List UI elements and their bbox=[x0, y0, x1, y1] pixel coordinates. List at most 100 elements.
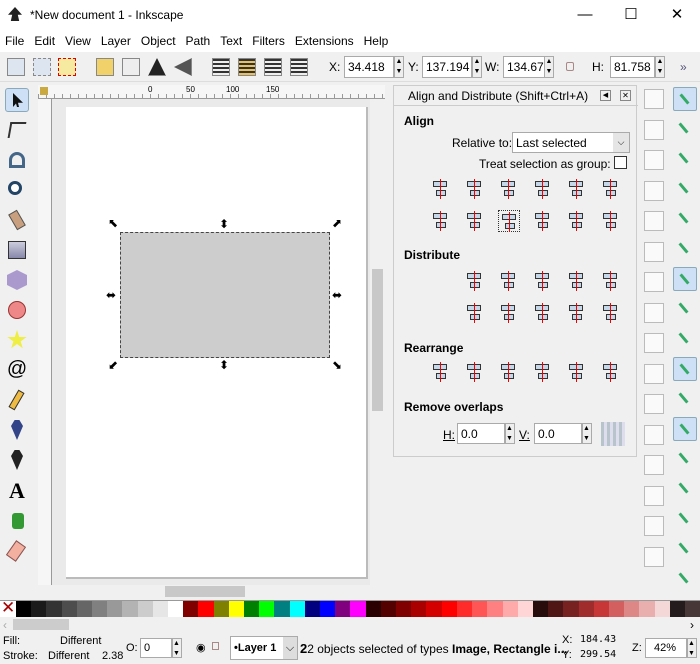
distribute-centers-v-button[interactable] bbox=[498, 302, 520, 324]
scale-handle-s[interactable]: ⬍ bbox=[219, 359, 229, 371]
lower-icon[interactable] bbox=[264, 58, 282, 76]
new-document-icon[interactable] bbox=[644, 89, 664, 109]
cut-icon[interactable] bbox=[644, 363, 664, 384]
color-swatch[interactable] bbox=[107, 601, 123, 617]
color-swatch[interactable] bbox=[228, 601, 245, 617]
remove-overlaps-button[interactable] bbox=[601, 422, 625, 446]
color-swatch[interactable] bbox=[320, 601, 336, 617]
zoom-page-icon[interactable] bbox=[644, 485, 664, 506]
spiral-tool-icon[interactable]: @ bbox=[5, 358, 29, 382]
canvas[interactable]: ⬉ ⬍ ⬈ ⬌ ⬌ ⬋ ⬍ ⬊ bbox=[52, 99, 370, 585]
menu-object[interactable]: Object bbox=[136, 30, 181, 52]
relative-to-select[interactable]: Last selected ⌵ bbox=[512, 132, 630, 153]
ellipse-tool-icon[interactable] bbox=[5, 298, 29, 322]
menu-path[interactable]: Path bbox=[181, 30, 216, 52]
eraser-tool-icon[interactable] bbox=[5, 538, 29, 562]
minimize-button[interactable]: — bbox=[562, 0, 608, 30]
scale-handle-w[interactable]: ⬌ bbox=[106, 289, 116, 301]
tweak-tool-icon[interactable] bbox=[5, 148, 29, 172]
palette-scrollbar[interactable]: ‹ › bbox=[0, 617, 700, 632]
color-swatch[interactable] bbox=[198, 601, 214, 617]
color-swatch[interactable] bbox=[289, 601, 305, 617]
paste-icon[interactable] bbox=[644, 394, 664, 414]
color-swatch[interactable] bbox=[624, 601, 640, 617]
raise-icon[interactable] bbox=[238, 58, 256, 76]
open-icon[interactable] bbox=[644, 119, 664, 140]
lock-icon[interactable] bbox=[566, 62, 574, 71]
align-centers-vertical-button[interactable] bbox=[498, 178, 520, 200]
color-swatch[interactable] bbox=[335, 601, 351, 617]
color-swatch[interactable] bbox=[350, 601, 366, 617]
scroll-thumb[interactable] bbox=[372, 269, 383, 411]
zoom-selection-icon[interactable] bbox=[644, 424, 664, 445]
align-left-anchor-button[interactable] bbox=[566, 178, 588, 200]
spray-tool-icon[interactable] bbox=[5, 508, 29, 532]
color-swatch[interactable] bbox=[532, 601, 549, 617]
save-icon[interactable] bbox=[644, 150, 664, 170]
layer-lock-icon[interactable] bbox=[212, 642, 219, 650]
snap-toggle-icon[interactable] bbox=[673, 117, 697, 141]
overlap-h-spinner[interactable]: ▲ ▼ bbox=[505, 423, 515, 444]
panel-collapse-icon[interactable]: ◀ bbox=[600, 90, 611, 101]
snap-toggle-icon[interactable] bbox=[673, 177, 697, 201]
panel-close-icon[interactable]: ✕ bbox=[620, 90, 631, 101]
measure-tool-icon[interactable] bbox=[5, 208, 29, 232]
group-checkbox[interactable] bbox=[614, 156, 627, 169]
select-all-layers-icon[interactable] bbox=[33, 58, 51, 76]
color-swatch[interactable] bbox=[593, 601, 609, 617]
exchange-z-order-button[interactable] bbox=[498, 361, 520, 383]
rectangle-tool-icon[interactable] bbox=[5, 238, 29, 262]
scale-handle-ne[interactable]: ⬈ bbox=[332, 217, 342, 229]
color-swatch[interactable] bbox=[244, 601, 260, 617]
deselect-icon[interactable] bbox=[58, 58, 76, 76]
scroll-thumb[interactable] bbox=[165, 586, 245, 597]
selected-rectangle[interactable] bbox=[120, 232, 330, 358]
snap-toggle-icon[interactable] bbox=[673, 567, 697, 591]
scale-handle-se[interactable]: ⬊ bbox=[332, 359, 342, 371]
align-centers-horizontal-button[interactable] bbox=[498, 210, 520, 232]
snap-toggle-icon[interactable] bbox=[673, 477, 697, 501]
color-swatch[interactable] bbox=[548, 601, 564, 617]
snap-toggle-icon[interactable] bbox=[673, 417, 697, 441]
scroll-right-icon[interactable]: › bbox=[690, 618, 694, 632]
align-right-edges-button[interactable] bbox=[532, 178, 554, 200]
vertical-scrollbar[interactable] bbox=[370, 99, 385, 585]
raise-to-top-icon[interactable] bbox=[212, 58, 230, 76]
distribute-centers-h-button[interactable] bbox=[498, 270, 520, 292]
color-swatch[interactable] bbox=[441, 601, 457, 617]
color-swatch[interactable] bbox=[502, 601, 518, 617]
exchange-selection-order-button[interactable] bbox=[464, 361, 486, 383]
menu-file[interactable]: File bbox=[0, 30, 29, 52]
color-swatch[interactable] bbox=[684, 601, 700, 617]
color-swatch[interactable] bbox=[426, 601, 442, 617]
distribute-right-button[interactable] bbox=[532, 270, 554, 292]
menu-help[interactable]: Help bbox=[359, 30, 394, 52]
duplicate-icon[interactable] bbox=[644, 516, 664, 536]
x-spinner[interactable]: ▲ ▼ bbox=[394, 56, 404, 78]
snap-toggle-icon[interactable] bbox=[673, 297, 697, 321]
overlap-v-spinner[interactable]: ▲ ▼ bbox=[582, 423, 592, 444]
align-bottom-anchor-button[interactable] bbox=[430, 210, 452, 232]
align-baseline-horizontal-button[interactable] bbox=[600, 210, 622, 232]
guide-lock-icon[interactable] bbox=[40, 87, 48, 95]
color-swatch[interactable] bbox=[578, 601, 594, 617]
flip-horizontal-icon[interactable] bbox=[148, 58, 166, 76]
menu-filters[interactable]: Filters bbox=[247, 30, 290, 52]
scroll-thumb[interactable] bbox=[13, 619, 69, 630]
align-baseline-text-button[interactable] bbox=[600, 178, 622, 200]
distribute-baselines-v-button[interactable] bbox=[600, 302, 622, 324]
color-swatch[interactable] bbox=[396, 601, 412, 617]
color-swatch[interactable] bbox=[669, 601, 685, 617]
menu-text[interactable]: Text bbox=[215, 30, 247, 52]
menu-layer[interactable]: Layer bbox=[96, 30, 136, 52]
y-input[interactable]: 137.194 bbox=[422, 56, 472, 78]
menu-edit[interactable]: Edit bbox=[29, 30, 60, 52]
more-button[interactable]: » bbox=[680, 60, 687, 74]
stroke-width[interactable]: 2.38 bbox=[102, 650, 123, 662]
align-left-edges-button[interactable] bbox=[464, 178, 486, 200]
zoom-tool-icon[interactable] bbox=[5, 178, 29, 202]
clone-icon[interactable] bbox=[644, 546, 664, 567]
arrange-connector-network-button[interactable] bbox=[600, 361, 622, 383]
color-swatch[interactable] bbox=[168, 601, 184, 617]
x-input[interactable]: 34.418 bbox=[344, 56, 394, 78]
